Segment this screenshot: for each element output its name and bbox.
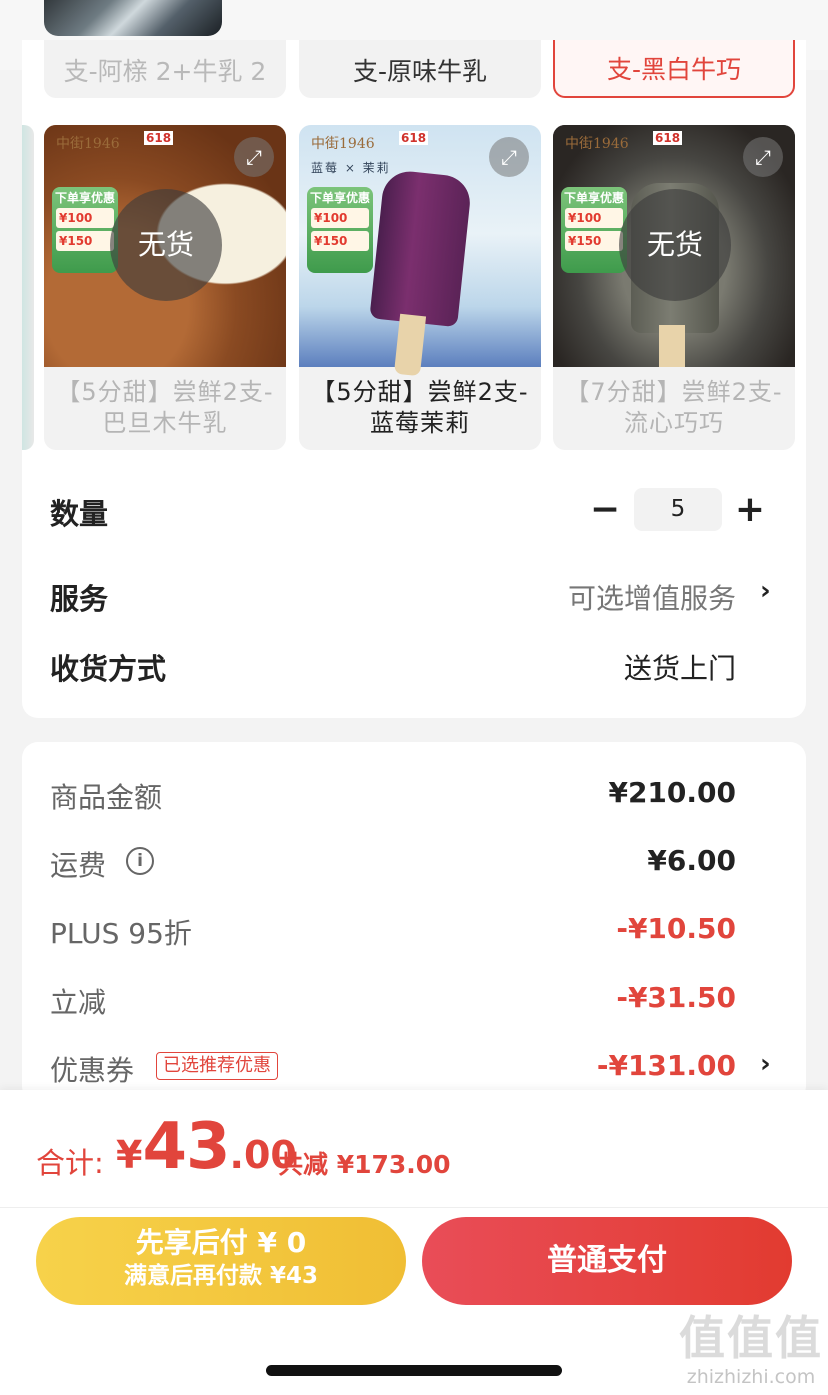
expand-icon[interactable]: ⤢ (234, 137, 274, 177)
variant-card-edge (22, 125, 34, 450)
pay-later-subtitle: 满意后再付款 ¥43 (123, 1263, 319, 1289)
promo-title: 下单享优惠 (54, 191, 115, 205)
watermark: 值值值 zhizhizhi.com (676, 1310, 826, 1388)
chevron-right-icon[interactable]: › (760, 1049, 771, 1079)
coupon-chip: ¥100 (311, 208, 369, 228)
coupon-recommended-tag: 已选推荐优惠 (156, 1052, 278, 1080)
delivery-value: 送货上门 (623, 652, 736, 685)
promo-618-badge: 618 (144, 131, 174, 145)
product-thumbnail[interactable] (44, 0, 222, 36)
info-icon[interactable]: i (126, 847, 154, 875)
coupon-label: 优惠券 (50, 1054, 135, 1087)
variant-chip-label: 支-黑白牛巧 (606, 55, 742, 84)
flavor-subtitle: 蓝莓 × 茉莉 (311, 161, 391, 175)
expand-icon[interactable]: ⤢ (489, 137, 529, 177)
variant-chip-label: 支-原味牛乳 (352, 57, 488, 86)
coupon-chip: ¥100 (56, 208, 114, 228)
quantity-increase-button[interactable]: + (728, 488, 772, 532)
normal-pay-button[interactable]: 普通支付 (422, 1217, 792, 1305)
service-label: 服务 (50, 582, 109, 616)
total-amount: ¥43.00 (116, 1110, 297, 1184)
pay-later-title: 先享后付 ¥ 0 (135, 1226, 307, 1259)
variant-chip[interactable]: 支-原味牛乳 (299, 40, 541, 98)
variant-card[interactable]: 中街1946 618 蓝莓 × 茉莉 ⤢ 下单享优惠 ¥100 ¥150 【5分… (299, 125, 541, 450)
total-label: 合计: (36, 1146, 104, 1180)
coupon-value[interactable]: -¥131.00 (597, 1049, 736, 1082)
shipping-value: ¥6.00 (647, 844, 736, 877)
promo-badge: 下单享优惠 ¥100 ¥150 (561, 187, 627, 273)
brand-logo: 中街1946 (56, 136, 120, 152)
promo-618-badge: 618 (399, 131, 429, 145)
plus-discount-value: -¥10.50 (616, 912, 736, 945)
expand-icon[interactable]: ⤢ (743, 137, 783, 177)
plus-discount-label: PLUS 95折 (50, 917, 192, 950)
promo-title: 下单享优惠 (563, 191, 624, 205)
currency-symbol: ¥ (116, 1133, 143, 1177)
product-stick (659, 325, 685, 367)
instant-discount-value: -¥31.50 (616, 981, 736, 1014)
quantity-label: 数量 (50, 497, 109, 531)
goods-amount-label: 商品金额 (50, 781, 163, 814)
divider (0, 1207, 828, 1208)
quantity-decrease-button[interactable]: − (583, 488, 627, 532)
promo-badge: 下单享优惠 ¥100 ¥150 (307, 187, 373, 273)
coupon-chip: ¥100 (565, 208, 623, 228)
variant-card[interactable]: 中街1946 618 ⤢ 下单享优惠 ¥100 ¥150 无货 【7分甜】尝鲜2… (553, 125, 795, 450)
coupon-chip: ¥150 (311, 231, 369, 251)
brand-logo: 中街1946 (311, 136, 375, 152)
out-of-stock-overlay: 无货 (110, 189, 222, 301)
brand-logo: 中街1946 (565, 136, 629, 152)
variant-chip[interactable]: 支-阿榇 2+牛乳 2 (44, 40, 286, 98)
variant-chip-label: 支-阿榇 2+牛乳 2 (63, 57, 267, 86)
quantity-input[interactable]: 5 (634, 488, 722, 531)
watermark-logo: 值值值 (679, 1311, 823, 1365)
promo-title: 下单享优惠 (309, 191, 370, 205)
variant-card[interactable]: 中街1946 618 ⤢ 下单享优惠 ¥100 ¥150 无货 【5分甜】尝鲜2… (44, 125, 286, 450)
pay-later-button[interactable]: 先享后付 ¥ 0 满意后再付款 ¥43 (36, 1217, 406, 1305)
delivery-label: 收货方式 (50, 652, 167, 686)
variant-chip-selected[interactable]: 支-黑白牛巧 (553, 40, 795, 98)
service-value[interactable]: 可选增值服务 (568, 577, 736, 617)
promo-badge: 下单享优惠 ¥100 ¥150 (52, 187, 118, 273)
total-integer: 43 (142, 1110, 230, 1184)
variant-name: 【5分甜】尝鲜2支-巴旦木牛乳 (56, 378, 274, 437)
shipping-label: 运费 (50, 849, 107, 882)
variant-name: 【7分甜】尝鲜2支-流心巧巧 (565, 378, 783, 437)
chevron-right-icon[interactable]: › (760, 576, 771, 606)
total-saved[interactable]: 共减 ¥173.00 (278, 1145, 451, 1181)
out-of-stock-overlay: 无货 (619, 189, 731, 301)
goods-amount-value: ¥210.00 (608, 776, 736, 809)
variant-name: 【5分甜】尝鲜2支-蓝莓茉莉 (311, 378, 529, 437)
home-indicator[interactable] (266, 1365, 562, 1376)
promo-618-badge: 618 (653, 131, 683, 145)
coupon-chip: ¥150 (56, 231, 114, 251)
watermark-url: zhizhizhi.com (686, 1366, 816, 1388)
coupon-chip: ¥150 (565, 231, 623, 251)
instant-discount-label: 立减 (50, 986, 107, 1019)
product-image (369, 168, 473, 328)
